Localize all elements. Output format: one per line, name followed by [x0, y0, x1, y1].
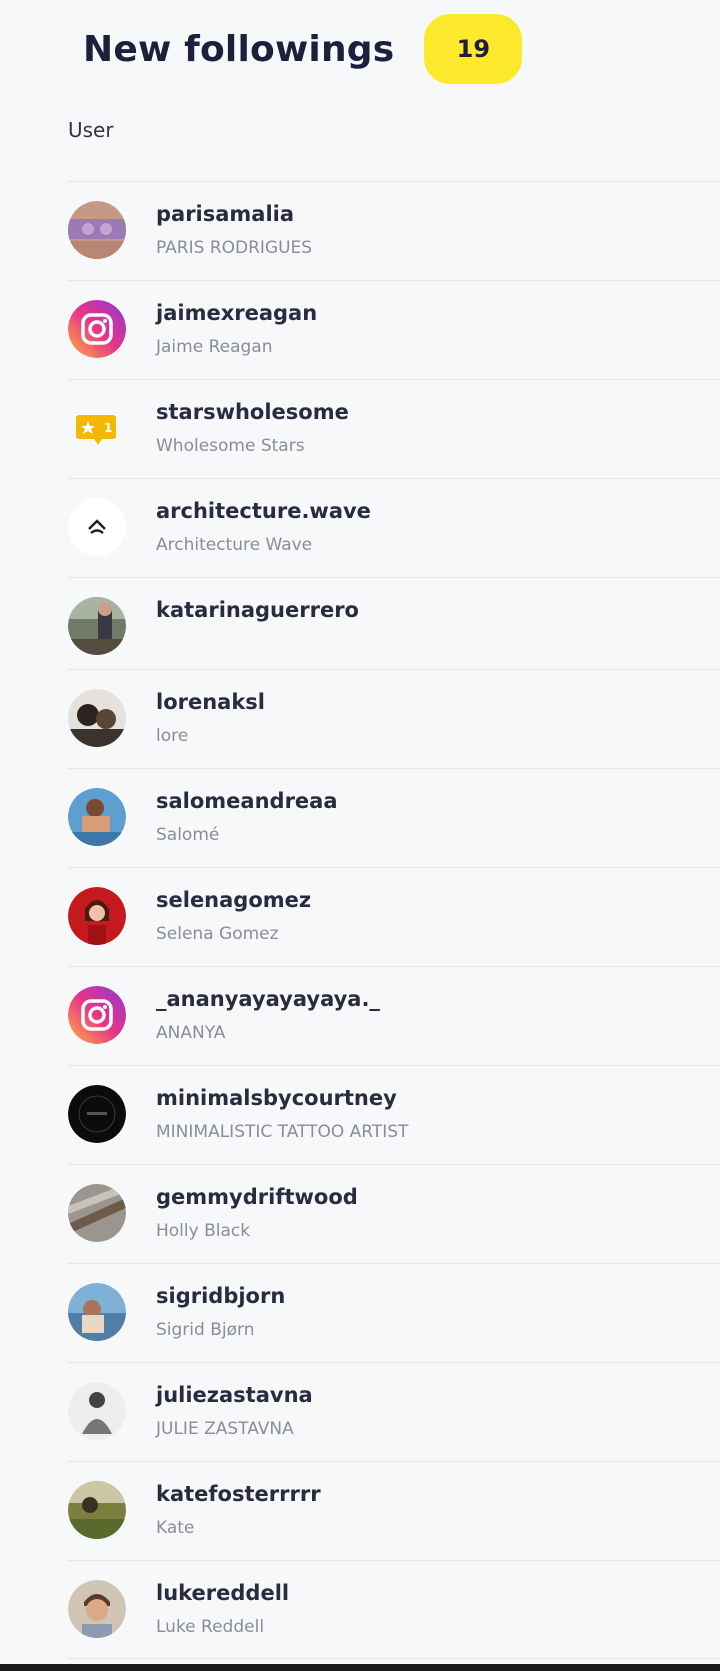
- list-item[interactable]: juliezastavna JULIE ZASTAVNA: [68, 1362, 720, 1461]
- avatar[interactable]: [68, 887, 126, 945]
- full-name: lore: [156, 726, 189, 746]
- page: New followings 19 User parisamalia PARIS…: [0, 0, 720, 1671]
- instagram-icon[interactable]: [68, 300, 126, 358]
- full-name: JULIE ZASTAVNA: [156, 1419, 294, 1439]
- username[interactable]: katarinaguerrero: [156, 598, 359, 622]
- username[interactable]: salomeandreaa: [156, 789, 338, 813]
- list-item[interactable]: 1 starswholesome Wholesome Stars: [68, 379, 720, 478]
- full-name: Sigrid Bjørn: [156, 1320, 255, 1340]
- username[interactable]: parisamalia: [156, 202, 294, 226]
- avatar[interactable]: [68, 788, 126, 846]
- avatar[interactable]: [68, 201, 126, 259]
- bottom-divider: [0, 1664, 720, 1671]
- avatar[interactable]: [68, 597, 126, 655]
- avatar[interactable]: [68, 1580, 126, 1638]
- full-name: ANANYA: [156, 1023, 226, 1043]
- avatar[interactable]: [68, 1283, 126, 1341]
- username[interactable]: starswholesome: [156, 400, 349, 424]
- username[interactable]: architecture.wave: [156, 499, 371, 523]
- list-item[interactable]: _ananyayayayaya._ ANANYA: [68, 966, 720, 1065]
- username[interactable]: jaimexreagan: [156, 301, 317, 325]
- star-badge-icon[interactable]: 1: [68, 399, 126, 457]
- full-name: Luke Reddell: [156, 1617, 265, 1637]
- avatar[interactable]: [68, 1085, 126, 1143]
- list-item[interactable]: katefosterrrrr Kate: [68, 1461, 720, 1560]
- avatar[interactable]: [68, 1184, 126, 1242]
- list-item[interactable]: lorenaksl lore: [68, 669, 720, 768]
- list-item[interactable]: lukereddell Luke Reddell: [68, 1560, 720, 1659]
- list-item[interactable]: architecture.wave Architecture Wave: [68, 478, 720, 577]
- instagram-icon[interactable]: [68, 986, 126, 1044]
- username[interactable]: minimalsbycourtney: [156, 1086, 397, 1110]
- username[interactable]: juliezastavna: [156, 1383, 313, 1407]
- full-name: Wholesome Stars: [156, 436, 305, 456]
- list-item[interactable]: jaimexreagan Jaime Reagan: [68, 280, 720, 379]
- list-item[interactable]: sigridbjorn Sigrid Bjørn: [68, 1263, 720, 1362]
- username[interactable]: lorenaksl: [156, 690, 265, 714]
- full-name: Selena Gomez: [156, 924, 279, 944]
- list-item[interactable]: minimalsbycourtney MINIMALISTIC TATTOO A…: [68, 1065, 720, 1164]
- username[interactable]: gemmydriftwood: [156, 1185, 358, 1209]
- username[interactable]: katefosterrrrr: [156, 1482, 321, 1506]
- svg-text:1: 1: [104, 421, 112, 435]
- full-name: PARIS RODRIGUES: [156, 238, 313, 258]
- full-name: Salomé: [156, 825, 220, 845]
- list-item[interactable]: selenagomez Selena Gomez: [68, 867, 720, 966]
- full-name: Architecture Wave: [156, 535, 313, 555]
- avatar[interactable]: [68, 1481, 126, 1539]
- user-list: parisamalia PARIS RODRIGUES jaimexreagan…: [68, 181, 720, 1659]
- count-badge: 19: [424, 14, 523, 84]
- list-item[interactable]: katarinaguerrero: [68, 577, 720, 669]
- page-header: New followings 19: [83, 14, 523, 84]
- username[interactable]: selenagomez: [156, 888, 311, 912]
- column-header-user: User: [68, 118, 114, 142]
- page-title: New followings: [83, 28, 395, 70]
- full-name: Holly Black: [156, 1221, 251, 1241]
- full-name: MINIMALISTIC TATTOO ARTIST: [156, 1122, 409, 1142]
- avatar[interactable]: [68, 689, 126, 747]
- list-item[interactable]: gemmydriftwood Holly Black: [68, 1164, 720, 1263]
- username[interactable]: lukereddell: [156, 1581, 289, 1605]
- full-name: Kate: [156, 1518, 195, 1538]
- wave-logo-icon[interactable]: [68, 498, 126, 556]
- username[interactable]: sigridbjorn: [156, 1284, 285, 1308]
- username[interactable]: _ananyayayayaya._: [156, 987, 380, 1011]
- list-item[interactable]: salomeandreaa Salomé: [68, 768, 720, 867]
- list-item[interactable]: parisamalia PARIS RODRIGUES: [68, 181, 720, 280]
- avatar[interactable]: [68, 1382, 126, 1440]
- full-name: Jaime Reagan: [156, 337, 273, 357]
